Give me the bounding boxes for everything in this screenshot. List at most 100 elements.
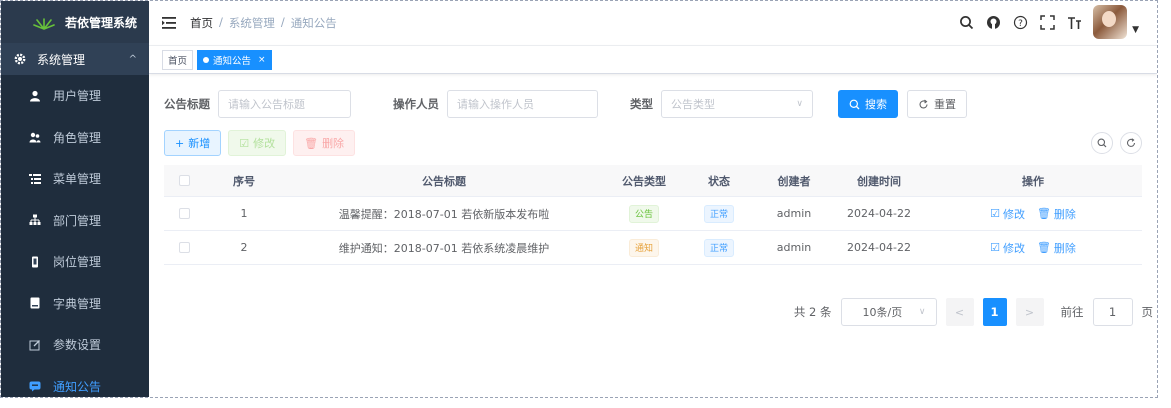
active-dot-icon [203,56,210,63]
next-page-button[interactable]: > [1015,298,1044,326]
tag-notice[interactable]: 通知公告 × [197,49,272,70]
row-status-cell: 正常 [684,238,754,257]
row-index: 1 [240,207,248,220]
type-badge: 公告 [628,204,659,223]
row-status-cell: 正常 [684,204,754,223]
header-type: 公告类型 [622,174,666,188]
delete-button[interactable]: 🗑 删除 [293,130,356,156]
page-number-current[interactable]: 1 [982,298,1007,326]
hamburger-icon[interactable] [162,16,176,30]
refresh-button[interactable] [1120,132,1142,154]
sidebar-section-label: 系统管理 [37,52,86,67]
sidebar: 若依管理系统 系统管理 ^ 用户管理 角色管理 菜单管理 部门管理 岗位管理 字… [1,1,149,397]
edit-button-label: 修改 [253,137,276,150]
refresh-icon [1126,138,1136,147]
goto-page-input[interactable]: 1 [1092,298,1133,326]
row-delete-button[interactable]: 🗑 删除 [1037,240,1076,256]
search-button[interactable]: 搜索 [838,90,898,118]
select-all-checkbox[interactable] [178,175,190,186]
chevron-down-icon: ∨ [796,99,803,109]
sidebar-item-role[interactable]: 角色管理 [1,116,149,158]
toggle-search-button[interactable] [1091,132,1113,154]
row-delete-label: 删除 [1053,207,1076,221]
page-unit-label: 页 [1141,305,1154,319]
row-title: 维护通知：2018-07-01 若依系统凌晨维护 [338,241,550,255]
row-edit-label: 修改 [1002,207,1025,221]
row-index: 2 [240,241,248,254]
row-edit-label: 修改 [1002,241,1025,255]
row-actions: ☑ 修改 🗑 删除 [924,240,1142,256]
tree-table-icon [29,173,41,185]
notice-table: 序号 公告标题 公告类型 状态 创建者 创建时间 操作 1 温馨提醒：2018-… [164,165,1142,265]
tags-view: 首页 通知公告 × [149,46,1157,74]
reset-button[interactable]: 重置 [907,90,967,118]
notice-title-label: 公告标题 [164,97,210,111]
font-size-icon[interactable] [1066,14,1082,30]
main-content: 公告标题 请输入公告标题 操作人员 请输入操作人员 类型 公告类型 ∨ 搜索 重… [149,74,1157,397]
sidebar-item-label: 字典管理 [53,296,102,311]
chevron-down-icon: ∨ [918,307,926,317]
row-edit-button[interactable]: ☑ 修改 [990,206,1025,222]
edit-icon: ☑ [990,207,1000,220]
sidebar-item-notice[interactable]: 通知公告 [1,365,149,397]
github-icon[interactable] [985,14,1001,30]
row-delete-label: 删除 [1053,241,1076,255]
breadcrumb-current: 通知公告 [290,16,337,30]
sidebar-section-system[interactable]: 系统管理 ^ [1,43,149,75]
add-button[interactable]: + 新增 [164,130,222,156]
edit-button[interactable]: ☑ 修改 [228,130,287,156]
select-all-cell [164,175,204,186]
type-select[interactable]: 公告类型 ∨ [661,90,813,118]
prev-page-button[interactable]: < [945,298,974,326]
page-size-value: 10条/页 [862,306,903,319]
header-index: 序号 [233,174,255,188]
trash-icon: 🗑 [1036,207,1051,220]
breadcrumb-system: 系统管理 [228,16,275,30]
avatar[interactable] [1093,5,1128,39]
row-select-cell [164,242,204,253]
fullscreen-icon[interactable] [1039,14,1055,30]
notice-title-input[interactable]: 请输入公告标题 [218,90,351,118]
status-badge: 正常 [703,204,734,223]
row-delete-button[interactable]: 🗑 删除 [1037,206,1076,222]
edit-icon [29,339,41,351]
post-icon [29,256,41,268]
plus-icon: + [175,136,185,150]
table-row: 2 维护通知：2018-07-01 若依系统凌晨维护 通知 正常 admin 2… [164,231,1142,265]
row-creator: admin [776,207,812,220]
caret-down-icon[interactable]: ▼ [1132,25,1139,35]
sidebar-item-menu[interactable]: 菜单管理 [1,158,149,200]
tree-icon [29,214,41,226]
breadcrumb-home[interactable]: 首页 [190,15,213,31]
sidebar-logo[interactable]: 若依管理系统 [1,1,149,43]
header-status: 状态 [708,174,730,188]
search-icon[interactable] [958,14,974,30]
question-icon[interactable]: ? [1012,14,1028,30]
tag-home[interactable]: 首页 [162,49,194,70]
row-edit-button[interactable]: ☑ 修改 [990,240,1025,256]
sidebar-item-label: 通知公告 [53,379,102,394]
refresh-icon [919,99,928,108]
table-row: 1 温馨提醒：2018-07-01 若依新版本发布啦 公告 正常 admin 2… [164,197,1142,231]
sidebar-item-post[interactable]: 岗位管理 [1,241,149,283]
row-checkbox[interactable] [178,208,190,219]
header-actions: 操作 [1022,174,1044,188]
table-header: 序号 公告标题 公告类型 状态 创建者 创建时间 操作 [164,165,1142,197]
row-created: 2024-04-22 [847,207,911,220]
add-button-label: 新增 [188,137,211,150]
chevron-right-icon: > [1024,305,1035,319]
user-icon [29,90,41,102]
operator-input[interactable]: 请输入操作人员 [447,90,598,118]
sidebar-item-label: 角色管理 [53,130,102,145]
row-checkbox[interactable] [178,242,190,253]
close-icon[interactable]: × [258,55,266,65]
chevron-left-icon: < [954,305,965,319]
breadcrumb-separator: / [280,15,285,29]
page-size-select[interactable]: 10条/页 ∨ [840,298,937,326]
sidebar-item-dept[interactable]: 部门管理 [1,199,149,241]
type-label: 类型 [630,97,653,111]
sidebar-item-dict[interactable]: 字典管理 [1,282,149,324]
trash-icon: 🗑 [1036,241,1051,254]
sidebar-item-config[interactable]: 参数设置 [1,324,149,366]
sidebar-item-user[interactable]: 用户管理 [1,75,149,117]
